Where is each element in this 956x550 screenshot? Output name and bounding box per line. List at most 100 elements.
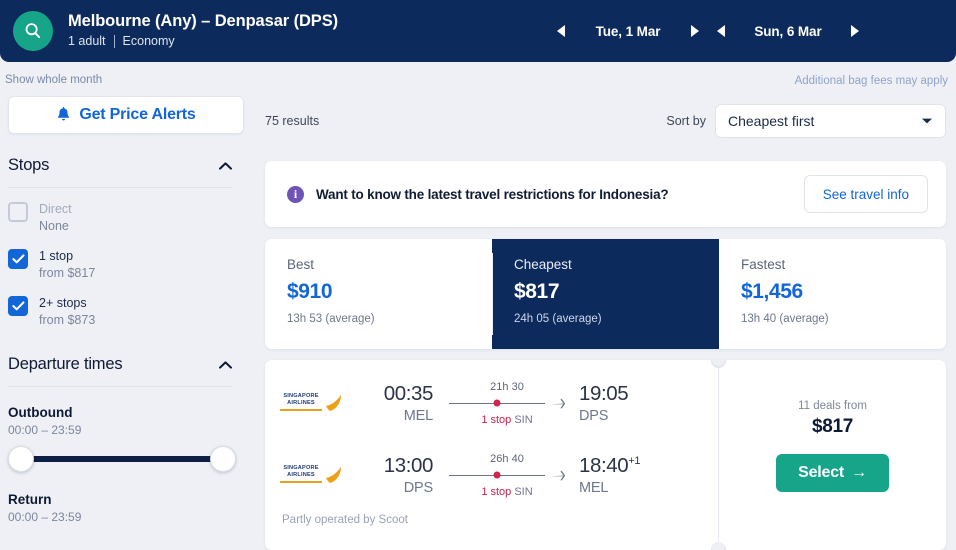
stop-airport: SIN: [514, 485, 533, 498]
trip-details: 1 adult Economy: [68, 32, 338, 51]
stops-summary: 1 stop SIN: [449, 486, 565, 498]
cabin-class: Economy: [122, 34, 175, 48]
right-arrow-icon: [691, 25, 699, 37]
stops-summary: 1 stop SIN: [449, 414, 565, 426]
price-summary-tabs: Best $910 13h 53 (average) Cheapest $817…: [265, 239, 946, 349]
tab-cheapest[interactable]: Cheapest $817 24h 05 (average): [492, 239, 719, 349]
singapore-airlines-logo: SINGAPORE AIRLINES: [279, 464, 347, 486]
plane-icon: [550, 470, 565, 480]
return-slider-range: 00:00 – 23:59: [8, 510, 82, 524]
results-count: 75 results: [265, 114, 320, 128]
passenger-count: 1 adult: [68, 34, 106, 48]
checkbox-checked-icon[interactable]: [8, 296, 28, 316]
see-travel-info-button[interactable]: See travel info: [803, 175, 928, 213]
stops-filter-header[interactable]: Stops: [8, 156, 244, 175]
outbound-prev-day-button[interactable]: [548, 18, 574, 44]
route-summary: 21h 30 1 stop SIN: [449, 381, 565, 426]
tab-label: Cheapest: [514, 257, 572, 272]
departure-times-filter-title: Departure times: [8, 355, 123, 373]
singapore-airlines-logo: SINGAPORE AIRLINES: [279, 392, 347, 414]
arrow-right-icon: →: [851, 464, 867, 481]
slider-track: [22, 456, 222, 462]
slider-handle-min[interactable]: [8, 446, 34, 472]
outbound-time-slider[interactable]: [8, 446, 236, 472]
route-line: [449, 471, 545, 479]
checkbox-unchecked-icon[interactable]: [8, 202, 28, 222]
departure-time: 00:35: [383, 382, 434, 405]
deals-count-label: 11 deals from: [798, 400, 867, 412]
sort-by-label: Sort by: [666, 114, 706, 128]
departure-times-filter-header[interactable]: Departure times: [8, 355, 244, 374]
tab-label: Fastest: [741, 257, 786, 272]
leg-duration: 26h 40: [490, 452, 524, 465]
tab-duration: 24h 05 (average): [514, 313, 602, 325]
route-line-wrap: [449, 469, 565, 483]
arrival-airport: DPS: [579, 408, 609, 424]
plane-icon: [550, 398, 565, 408]
bird-glyph: [326, 467, 341, 483]
tab-duration: 13h 40 (average): [741, 313, 829, 325]
return-prev-day-button[interactable]: [708, 18, 734, 44]
travel-restrictions-text: Want to know the latest travel restricti…: [316, 186, 669, 202]
stops-option-2-plus-stops[interactable]: 2+ stops from $873: [8, 295, 244, 329]
results-panel: 75 results Sort by Cheapest first i Want…: [265, 96, 946, 550]
stop-dot-icon: [493, 399, 501, 407]
left-arrow-icon: [557, 25, 565, 37]
return-next-day-button[interactable]: [842, 18, 868, 44]
route-line-wrap: [449, 397, 565, 411]
additional-bag-fees-link[interactable]: Additional bag fees may apply: [795, 75, 948, 87]
airline-logo-underline: [280, 481, 322, 483]
return-date-group: Sun, 6 Mar: [708, 18, 868, 44]
right-arrow-icon: [851, 25, 859, 37]
airline-logo-mark: SINGAPORE AIRLINES: [279, 464, 345, 486]
stops-option-label: 1 stop: [39, 249, 74, 263]
deal-price: $817: [811, 416, 854, 437]
stops-option-1-stop[interactable]: 1 stop from $817: [8, 248, 244, 282]
departure-airport: MEL: [403, 408, 433, 424]
stops-option-texts: Direct None: [39, 201, 72, 235]
chevron-up-icon[interactable]: [219, 360, 232, 369]
checkbox-checked-icon[interactable]: [8, 249, 28, 269]
leg-duration: 21h 30: [490, 380, 524, 393]
flight-result-card[interactable]: SINGAPORE AIRLINES 00:35 MEL 21h 30 1 st…: [265, 360, 946, 550]
arrival-time-value: 19:05: [579, 382, 629, 405]
departure-block: 13:00 DPS: [347, 454, 434, 496]
return-date-label[interactable]: Sun, 6 Mar: [734, 24, 842, 39]
airline-logo-mark: SINGAPORE AIRLINES: [279, 392, 345, 414]
chevron-down-icon[interactable]: [921, 117, 933, 125]
airline-name-line2: AIRLINES: [287, 400, 315, 406]
slider-handle-max[interactable]: [210, 446, 236, 472]
see-travel-info-label: See travel info: [822, 186, 909, 202]
stops-filter-title: Stops: [8, 156, 50, 174]
magnifier-glyph: [25, 23, 41, 39]
show-whole-month-link[interactable]: Show whole month: [5, 74, 102, 86]
get-price-alerts-label: Get Price Alerts: [79, 106, 196, 123]
tab-price: $1,456: [741, 280, 803, 303]
stops-option-sub: None: [39, 219, 69, 233]
page-title: Melbourne (Any) – Denpasar (DPS): [68, 12, 339, 30]
outbound-next-day-button[interactable]: [682, 18, 708, 44]
tab-best[interactable]: Best $910 13h 53 (average): [265, 239, 492, 349]
results-toolbar: 75 results Sort by Cheapest first: [265, 104, 946, 138]
app-header: Melbourne (Any) – Denpasar (DPS) 1 adult…: [0, 0, 956, 62]
arrival-block: 19:05 DPS: [579, 382, 679, 424]
travel-restrictions-banner: i Want to know the latest travel restric…: [265, 161, 946, 227]
stops-option-sub: from $873: [39, 313, 96, 327]
sort-select[interactable]: Cheapest first: [715, 104, 946, 138]
stops-count: 1 stop: [481, 413, 512, 426]
outbound-slider-range: 00:00 – 23:59: [8, 423, 82, 437]
chevron-up-icon[interactable]: [219, 161, 232, 170]
outbound-date-label[interactable]: Tue, 1 Mar: [574, 24, 682, 39]
stops-option-sub: from $817: [39, 266, 96, 280]
outbound-date-group: Tue, 1 Mar: [548, 18, 708, 44]
get-price-alerts-button[interactable]: Get Price Alerts: [8, 96, 244, 134]
stops-count: 1 stop: [481, 485, 512, 498]
select-button-label: Select: [798, 464, 845, 481]
search-icon[interactable]: [13, 11, 53, 51]
check-glyph: [11, 301, 24, 311]
select-button[interactable]: Select →: [776, 454, 889, 492]
tab-fastest[interactable]: Fastest $1,456 13h 40 (average): [719, 239, 946, 349]
bell-icon: [58, 107, 70, 121]
return-slider-label: Return: [8, 492, 52, 507]
stops-option-direct[interactable]: Direct None: [8, 201, 244, 235]
